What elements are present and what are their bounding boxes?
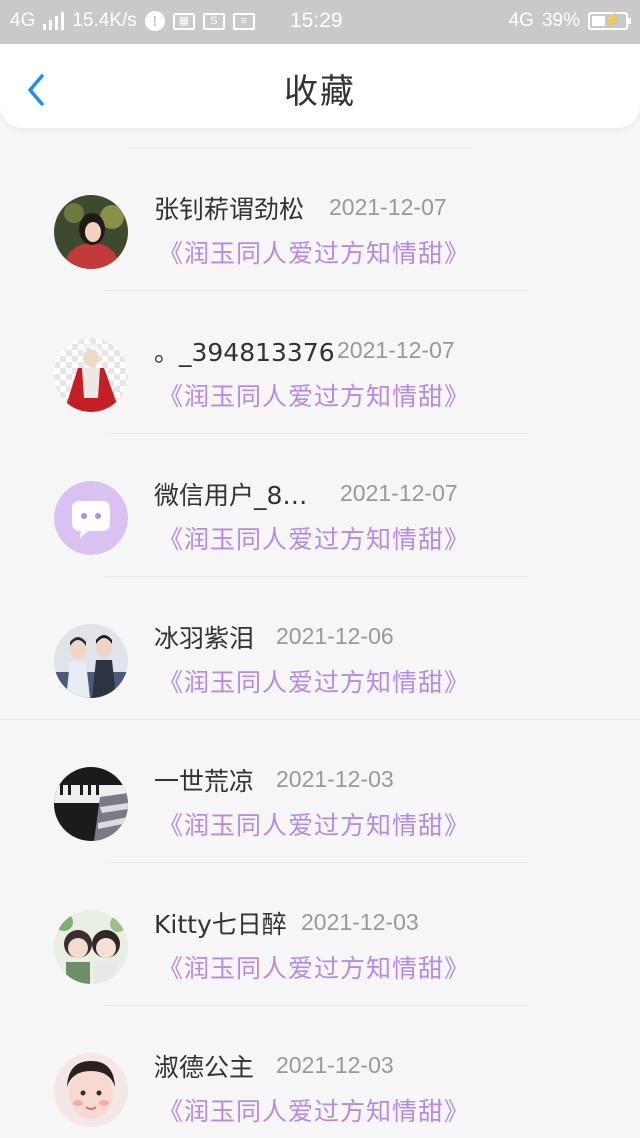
work-title-link[interactable]: 《润玉同人爱过方知情甜》 xyxy=(158,377,470,413)
clock: 15:29 xyxy=(290,9,343,32)
user-name: 张钊菥谓劲松 xyxy=(154,195,305,224)
default-chat-bubble-icon[interactable] xyxy=(54,481,128,555)
list-item[interactable]: 。_394813376 2021-12-07 《润玉同人爱过方知情甜》 xyxy=(0,291,640,434)
list-item[interactable]: 微信用户_8… 2021-12-07 《润玉同人爱过方知情甜》 xyxy=(0,434,640,577)
date: 2021-12-07 xyxy=(337,337,455,363)
battery-percent: 39% xyxy=(541,10,580,31)
chibi-characters-icon[interactable] xyxy=(54,910,128,984)
status-left: 4G 15.4K/s ! ▦ S ≡ xyxy=(10,10,255,32)
user-name: 一世荒凉 xyxy=(154,767,255,796)
list-item[interactable]: 张钊菥谓劲松 2021-12-07 《润玉同人爱过方知情甜》 xyxy=(0,148,640,291)
work-title-link[interactable]: 《润玉同人爱过方知情甜》 xyxy=(158,520,470,556)
list-item[interactable]: 淑德公主 2021-12-03 《润玉同人爱过方知情甜》 xyxy=(0,1006,640,1138)
work-title-link[interactable]: 《润玉同人爱过方知情甜》 xyxy=(158,949,470,985)
page-title: 收藏 xyxy=(284,72,356,112)
favorites-list: 张钊菥谓劲松 2021-12-07 《润玉同人爱过方知情甜》 。_3948133… xyxy=(0,148,640,1138)
status-bar: 4G 15.4K/s ! ▦ S ≡ 15:29 4G 39% ⚡ xyxy=(0,0,640,44)
network-speed: 15.4K/s xyxy=(72,10,137,31)
alert-icon: ! xyxy=(144,11,165,31)
work-title-link[interactable]: 《润玉同人爱过方知情甜》 xyxy=(158,234,470,270)
date: 2021-12-03 xyxy=(276,1052,394,1078)
work-title-link[interactable]: 《润玉同人爱过方知情甜》 xyxy=(158,663,470,699)
signal-icon xyxy=(43,12,65,30)
couple-photo-icon[interactable] xyxy=(54,624,128,698)
network-type-right: 4G xyxy=(508,10,534,31)
keyboard-icon: ▦ xyxy=(172,12,195,30)
sim-icon: ≡ xyxy=(232,12,255,30)
user-name: 冰羽紫泪 xyxy=(154,624,255,653)
piano-photo-icon[interactable] xyxy=(54,767,128,841)
user-name: Kitty七日醉 xyxy=(154,910,287,939)
user-name: 。_394813376 xyxy=(154,338,335,367)
work-title-link[interactable]: 《润玉同人爱过方知情甜》 xyxy=(158,1092,470,1128)
battery-icon: ⚡ xyxy=(588,12,631,30)
date: 2021-12-06 xyxy=(276,623,394,649)
list-item[interactable]: Kitty七日醉 2021-12-03 《润玉同人爱过方知情甜》 xyxy=(0,863,640,1006)
red-robe-figure-icon[interactable] xyxy=(54,338,128,412)
list-item[interactable]: 冰羽紫泪 2021-12-06 《润玉同人爱过方知情甜》 xyxy=(0,577,640,720)
user-name: 淑德公主 xyxy=(154,1053,255,1082)
status-right: 4G 39% ⚡ xyxy=(508,10,631,32)
screenshot-icon: S xyxy=(202,12,225,30)
date: 2021-12-07 xyxy=(340,480,458,506)
work-title-link[interactable]: 《润玉同人爱过方知情甜》 xyxy=(158,806,470,842)
list-item[interactable]: 一世荒凉 2021-12-03 《润玉同人爱过方知情甜》 xyxy=(0,720,640,863)
network-type-left: 4G xyxy=(10,10,36,31)
user-name: 微信用户_8… xyxy=(154,481,308,510)
girl-photo-icon[interactable] xyxy=(54,195,128,269)
date: 2021-12-07 xyxy=(329,194,447,220)
nav-header: 收藏 xyxy=(0,44,640,128)
child-photo-icon[interactable] xyxy=(54,1053,128,1127)
date: 2021-12-03 xyxy=(301,909,419,935)
date: 2021-12-03 xyxy=(276,766,394,792)
